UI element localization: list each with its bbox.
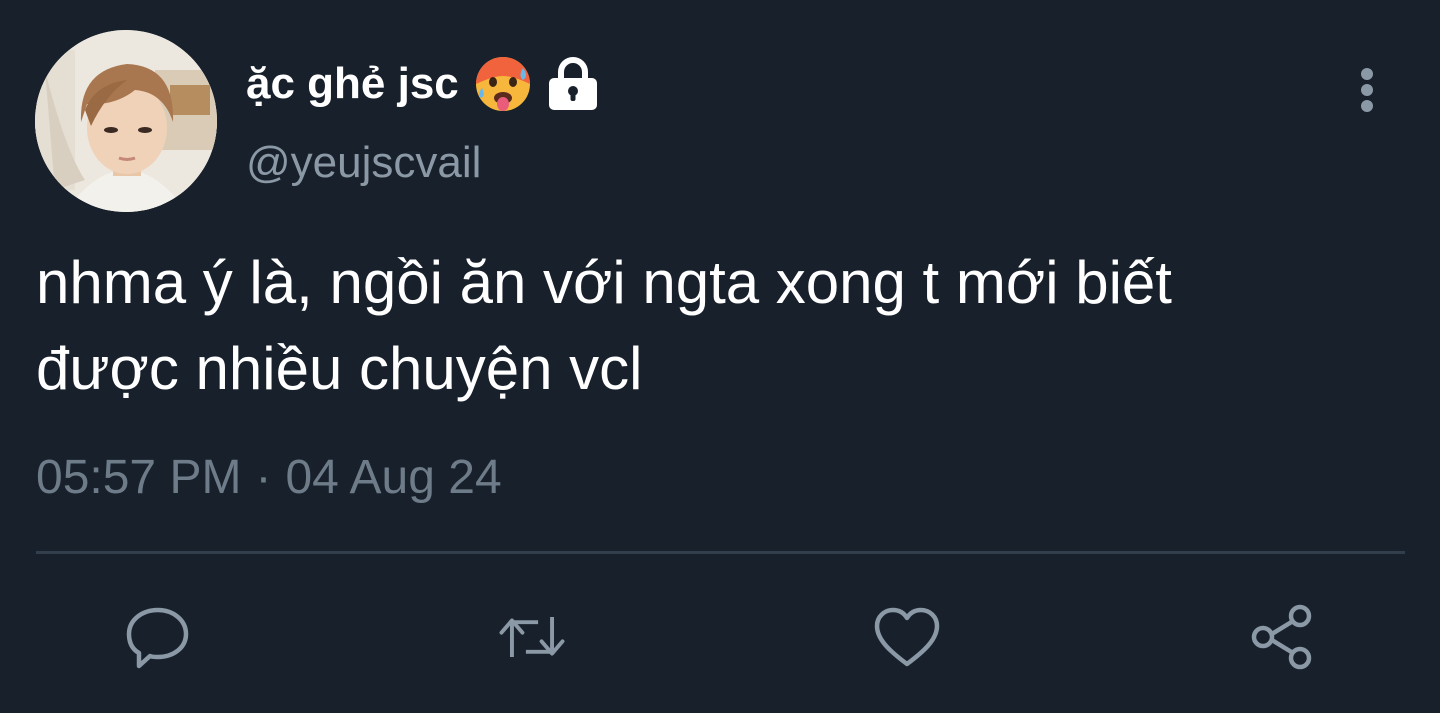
tweet-time[interactable]: 05:57 PM bbox=[36, 451, 241, 504]
author-name-row: ặc ghẻ jsc bbox=[246, 50, 599, 118]
tweet-text: nhma ý là, ngồi ăn với ngta xong t mới b… bbox=[36, 240, 1396, 412]
share-button[interactable] bbox=[1248, 603, 1316, 671]
tweet-card: ặc ghẻ jsc @yeujscvail nhma ý là, ngồi ă… bbox=[0, 0, 1440, 713]
author-display-name[interactable]: ặc ghẻ jsc bbox=[246, 59, 459, 109]
retweet-icon bbox=[499, 616, 565, 658]
reply-button[interactable] bbox=[124, 603, 192, 671]
divider bbox=[36, 551, 1405, 554]
timestamp-separator: · bbox=[255, 451, 272, 504]
share-icon bbox=[1251, 604, 1312, 670]
lock-icon bbox=[547, 56, 599, 112]
more-vertical-icon bbox=[1361, 68, 1373, 112]
author-handle[interactable]: @yeujscvail bbox=[246, 138, 481, 188]
hot-face-emoji-icon bbox=[473, 54, 533, 114]
avatar[interactable] bbox=[35, 30, 217, 212]
tweet-timestamp: 05:57 PM · 04 Aug 24 bbox=[36, 450, 502, 505]
avatar-image bbox=[35, 30, 217, 212]
heart-icon bbox=[874, 607, 940, 667]
retweet-button[interactable] bbox=[498, 603, 566, 671]
like-button[interactable] bbox=[873, 603, 941, 671]
tweet-text-line: được nhiều chuyện vcl bbox=[36, 335, 643, 402]
tweet-text-line: nhma ý là, ngồi ăn với ngta xong t mới b… bbox=[36, 249, 1172, 316]
tweet-date[interactable]: 04 Aug 24 bbox=[285, 451, 501, 504]
reply-icon bbox=[126, 607, 189, 669]
more-options-button[interactable] bbox=[1350, 64, 1384, 116]
